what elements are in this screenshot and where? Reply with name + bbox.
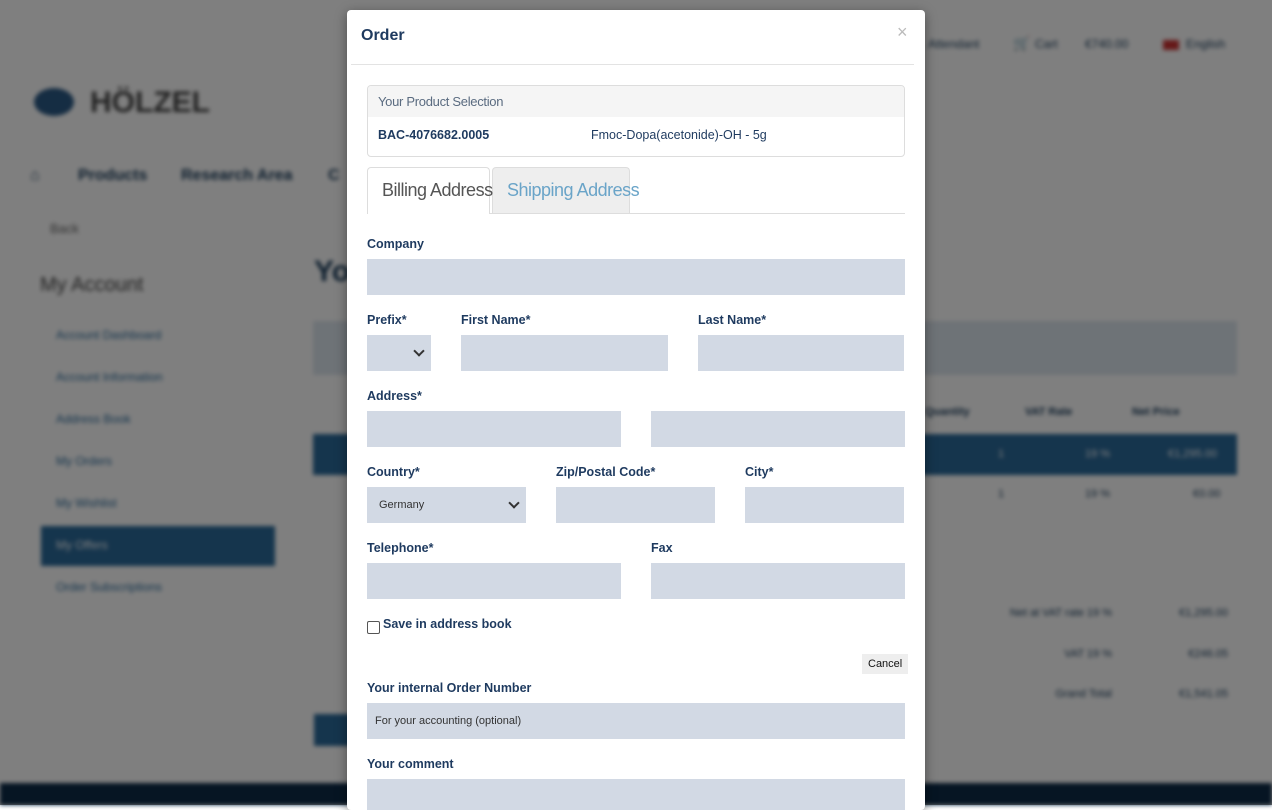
close-icon[interactable]: × xyxy=(897,22,908,43)
city-input[interactable] xyxy=(745,487,904,523)
last-name-input[interactable] xyxy=(698,335,904,371)
modal-title: Order xyxy=(361,27,405,44)
prefix-label: Prefix* xyxy=(367,313,407,327)
first-name-input[interactable] xyxy=(461,335,668,371)
fax-input[interactable] xyxy=(651,563,905,599)
product-sku: BAC-4076682.0005 xyxy=(378,128,490,142)
country-value: Germany xyxy=(379,499,425,511)
zip-input[interactable] xyxy=(556,487,715,523)
company-input[interactable] xyxy=(367,259,905,295)
order-number-input[interactable]: For your accounting (optional) xyxy=(367,703,905,739)
prefix-select[interactable] xyxy=(367,335,431,371)
product-selection-panel: Your Product Selection BAC-4076682.0005 … xyxy=(367,85,905,157)
address-line1-input[interactable] xyxy=(367,411,621,447)
cancel-button[interactable]: Cancel xyxy=(862,654,909,674)
telephone-input[interactable] xyxy=(367,563,621,599)
save-address-label[interactable]: Save in address book xyxy=(383,617,512,631)
company-label: Company xyxy=(367,237,424,251)
comment-label: Your comment xyxy=(367,757,454,771)
divider xyxy=(351,64,914,65)
save-address-checkbox[interactable] xyxy=(367,621,380,634)
country-label: Country* xyxy=(367,465,420,479)
product-name: Fmoc-Dopa(acetonide)-OH - 5g xyxy=(591,128,767,142)
order-number-label: Your internal Order Number xyxy=(367,681,532,695)
telephone-label: Telephone* xyxy=(367,541,434,555)
country-select[interactable]: Germany xyxy=(367,487,526,523)
first-name-label: First Name* xyxy=(461,313,531,327)
tab-billing-address[interactable]: Billing Address xyxy=(367,167,493,214)
fax-label: Fax xyxy=(651,541,673,555)
city-label: City* xyxy=(745,465,774,479)
tab-shipping-address[interactable]: Shipping Address xyxy=(492,167,640,214)
product-selection-heading: Your Product Selection xyxy=(368,86,904,117)
last-name-label: Last Name* xyxy=(698,313,767,327)
order-modal: Order × Your Product Selection BAC-40766… xyxy=(347,10,925,810)
chevron-down-icon xyxy=(413,345,425,357)
address-label: Address* xyxy=(367,389,422,403)
comment-textarea[interactable] xyxy=(367,779,905,810)
chevron-down-icon xyxy=(508,497,520,509)
zip-label: Zip/Postal Code* xyxy=(556,465,656,479)
address-line2-input[interactable] xyxy=(651,411,905,447)
